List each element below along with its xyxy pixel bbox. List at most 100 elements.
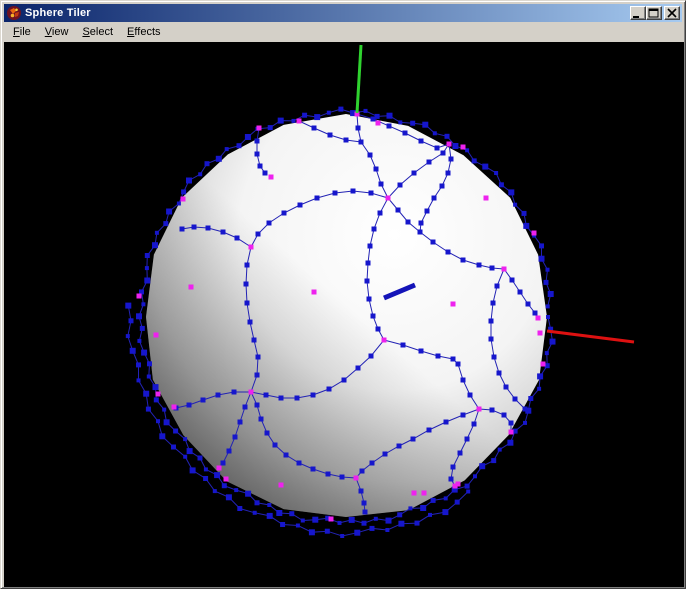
control-point[interactable] <box>546 315 550 319</box>
control-point[interactable] <box>173 429 178 434</box>
control-point[interactable] <box>164 419 170 425</box>
control-point[interactable] <box>489 319 494 324</box>
control-point[interactable] <box>186 178 192 184</box>
control-point[interactable] <box>397 512 402 517</box>
control-point[interactable] <box>508 189 514 195</box>
control-point[interactable] <box>370 461 375 466</box>
control-point[interactable] <box>203 476 208 481</box>
control-point[interactable] <box>371 117 376 122</box>
control-point[interactable] <box>472 422 477 427</box>
control-point[interactable] <box>435 146 440 151</box>
control-point[interactable] <box>466 490 470 494</box>
control-point[interactable] <box>255 403 260 408</box>
control-point[interactable] <box>204 467 208 471</box>
vertex-point[interactable] <box>156 392 161 397</box>
control-point[interactable] <box>255 139 260 144</box>
control-point[interactable] <box>233 435 238 440</box>
control-point[interactable] <box>143 391 149 397</box>
control-point[interactable] <box>378 211 383 216</box>
control-point[interactable] <box>311 467 316 472</box>
control-point[interactable] <box>225 147 229 151</box>
control-point[interactable] <box>190 467 196 473</box>
vertex-point[interactable] <box>502 267 507 272</box>
control-point[interactable] <box>427 160 432 165</box>
control-point[interactable] <box>452 143 458 149</box>
control-point[interactable] <box>205 161 210 166</box>
control-point[interactable] <box>256 355 261 360</box>
control-point[interactable] <box>183 455 187 459</box>
control-point[interactable] <box>489 337 494 342</box>
control-point[interactable] <box>140 326 145 331</box>
control-point[interactable] <box>372 227 377 232</box>
control-point[interactable] <box>146 407 151 412</box>
control-point[interactable] <box>436 354 441 359</box>
control-point[interactable] <box>523 407 528 412</box>
vertex-point[interactable] <box>172 405 177 410</box>
control-point[interactable] <box>226 494 232 500</box>
control-point[interactable] <box>145 266 149 270</box>
control-point[interactable] <box>136 313 142 319</box>
control-point[interactable] <box>491 301 496 306</box>
control-point[interactable] <box>297 461 302 466</box>
control-point[interactable] <box>177 202 181 206</box>
control-point[interactable] <box>419 221 424 226</box>
control-point[interactable] <box>444 420 449 425</box>
control-point[interactable] <box>328 133 333 138</box>
control-point[interactable] <box>507 440 513 446</box>
control-point[interactable] <box>221 230 226 235</box>
control-point[interactable] <box>255 373 260 378</box>
vertex-point[interactable] <box>461 145 466 150</box>
control-point[interactable] <box>482 164 488 170</box>
control-point[interactable] <box>513 203 517 207</box>
control-point[interactable] <box>387 124 392 129</box>
menu-item-select[interactable]: Select <box>75 24 120 40</box>
viewport-3d[interactable] <box>4 42 684 587</box>
control-point[interactable] <box>468 393 473 398</box>
control-point[interactable] <box>362 521 367 526</box>
control-point[interactable] <box>444 496 448 500</box>
vertex-point[interactable] <box>257 126 262 131</box>
vertex-point[interactable] <box>451 302 456 307</box>
control-point[interactable] <box>431 240 436 245</box>
control-point[interactable] <box>498 448 502 452</box>
control-point[interactable] <box>325 529 330 534</box>
menu-item-file[interactable]: File <box>6 24 38 40</box>
control-point[interactable] <box>472 158 477 163</box>
control-point[interactable] <box>276 510 282 516</box>
vertex-point[interactable] <box>541 362 546 367</box>
control-point[interactable] <box>326 472 331 477</box>
control-point[interactable] <box>451 465 456 470</box>
control-point[interactable] <box>410 121 415 126</box>
control-point[interactable] <box>387 113 393 119</box>
control-point[interactable] <box>354 530 360 536</box>
control-point[interactable] <box>222 483 227 488</box>
control-point[interactable] <box>427 428 432 433</box>
control-point[interactable] <box>279 396 284 401</box>
vertex-point[interactable] <box>189 285 194 290</box>
control-point[interactable] <box>166 209 172 215</box>
control-point[interactable] <box>342 378 347 383</box>
control-point[interactable] <box>234 488 238 492</box>
control-point[interactable] <box>491 458 496 463</box>
control-point[interactable] <box>141 350 147 356</box>
control-point[interactable] <box>415 521 420 526</box>
control-point[interactable] <box>154 397 159 402</box>
control-point[interactable] <box>379 182 384 187</box>
control-point[interactable] <box>499 182 504 187</box>
control-point[interactable] <box>214 472 220 478</box>
control-point[interactable] <box>419 139 424 144</box>
vertex-point[interactable] <box>269 175 274 180</box>
control-point[interactable] <box>550 339 556 345</box>
control-point[interactable] <box>406 220 411 225</box>
control-point[interactable] <box>126 334 130 338</box>
control-point[interactable] <box>181 189 186 194</box>
control-point[interactable] <box>301 519 305 523</box>
control-point[interactable] <box>432 196 437 201</box>
control-point[interactable] <box>141 302 145 306</box>
control-point[interactable] <box>465 148 469 152</box>
control-point[interactable] <box>465 484 470 489</box>
control-point[interactable] <box>130 348 136 354</box>
control-point[interactable] <box>363 510 368 515</box>
vertex-point[interactable] <box>312 290 317 295</box>
control-point[interactable] <box>441 151 446 156</box>
